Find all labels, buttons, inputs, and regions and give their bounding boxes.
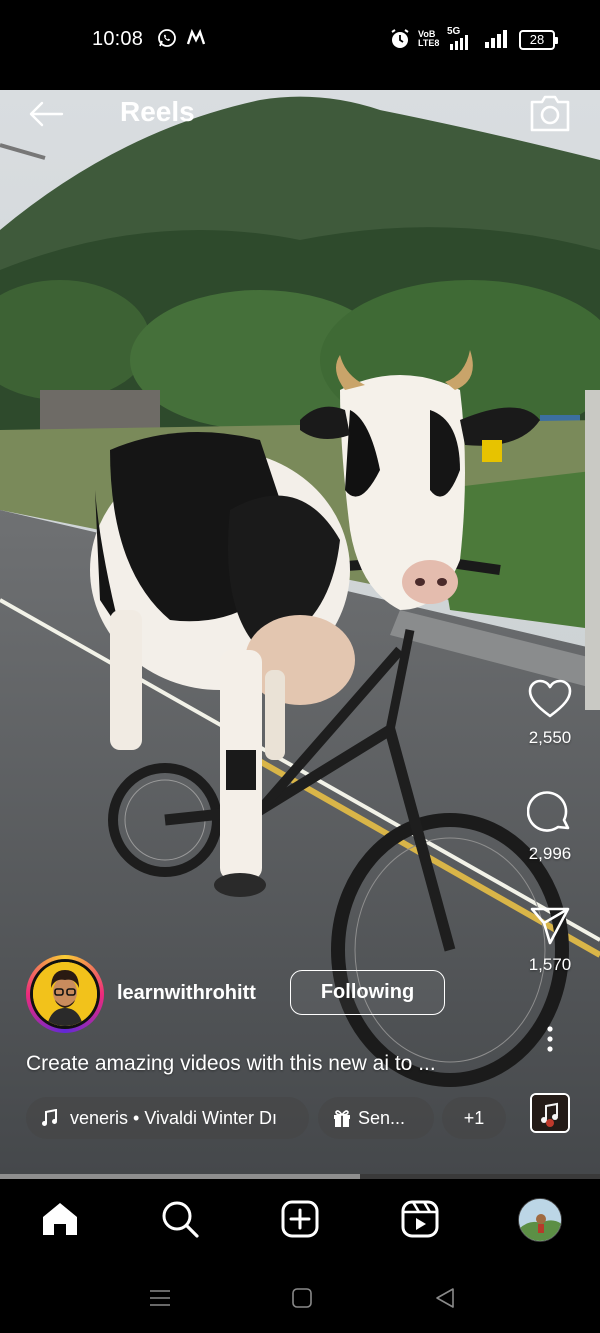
battery-indicator: 28: [519, 30, 558, 50]
avatar: [33, 962, 97, 1026]
profile-avatar[interactable]: [518, 1198, 562, 1242]
share-count: 1,570: [528, 955, 572, 974]
audio-thumbnail[interactable]: [530, 1093, 570, 1133]
gift-icon: [334, 1110, 350, 1127]
comment-count: 2,996: [528, 844, 572, 863]
author-avatar[interactable]: [26, 955, 104, 1033]
system-navigation: [0, 1270, 600, 1333]
share-action[interactable]: 1,570: [520, 905, 580, 975]
home-system-icon[interactable]: [290, 1286, 314, 1310]
plus-square-icon[interactable]: [280, 1199, 320, 1239]
notification-icon: [186, 28, 206, 45]
like-action[interactable]: 2,550: [520, 678, 580, 748]
audio-chip-label: veneris • Vivaldi Winter Dı: [70, 1108, 278, 1128]
alarm-icon: [391, 29, 409, 48]
music-note-icon: [42, 1109, 57, 1126]
music-note-icon: [532, 1095, 568, 1131]
whatsapp-icon: [158, 29, 176, 47]
audio-chip[interactable]: veneris • Vivaldi Winter Dı: [26, 1097, 309, 1139]
arrow-left-icon[interactable]: [26, 98, 66, 130]
status-bar: 10:08 VoB LTE8 5G 28: [0, 0, 600, 90]
profile-picture: [519, 1199, 561, 1241]
signal-icon: [450, 35, 468, 50]
avatar-illustration: [33, 962, 97, 1026]
status-time: 10:08: [92, 28, 144, 50]
reel-caption[interactable]: Create amazing videos with this new ai t…: [26, 1052, 436, 1076]
bottom-navigation: [0, 1179, 600, 1270]
avatar-border: [30, 959, 100, 1029]
page-title: Reels: [120, 96, 195, 127]
gift-chip-label: Sen...: [358, 1108, 406, 1128]
recents-icon[interactable]: [148, 1286, 172, 1310]
comment-icon[interactable]: [527, 790, 573, 836]
send-icon[interactable]: [528, 905, 572, 947]
following-button[interactable]: Following: [290, 970, 445, 1015]
search-icon[interactable]: [160, 1199, 200, 1239]
reels-header: Reels: [0, 90, 600, 140]
signal-icon-2: [485, 30, 507, 48]
network-label: VoB LTE8: [418, 29, 440, 48]
more-vertical-icon[interactable]: [538, 1024, 562, 1056]
like-count: 2,550: [528, 728, 572, 747]
camera-icon[interactable]: [528, 92, 572, 134]
home-icon[interactable]: [40, 1199, 80, 1239]
author-username[interactable]: learnwithrohitt: [117, 982, 256, 1005]
comment-action[interactable]: 2,996: [520, 790, 580, 864]
back-system-icon[interactable]: [433, 1286, 457, 1310]
gift-chip[interactable]: Sen...: [318, 1097, 434, 1139]
reels-icon[interactable]: [400, 1199, 440, 1239]
more-chips[interactable]: +1: [442, 1097, 506, 1139]
heart-icon[interactable]: [527, 678, 573, 720]
